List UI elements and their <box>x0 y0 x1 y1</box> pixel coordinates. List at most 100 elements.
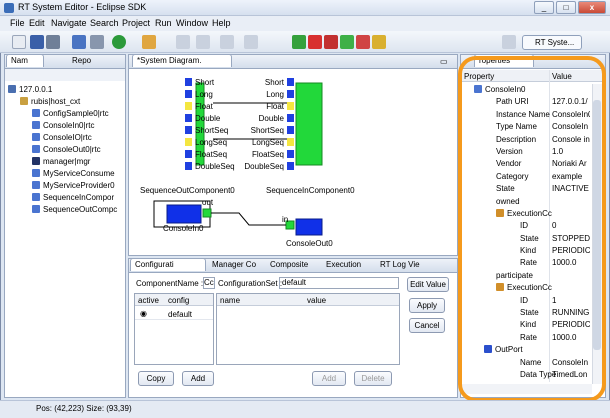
rtc-icon <box>32 145 40 153</box>
port-float[interactable]: Float <box>266 102 294 111</box>
port-double[interactable]: Double <box>185 114 220 123</box>
cancel-button[interactable]: Cancel <box>409 318 445 333</box>
port-double[interactable]: Double <box>259 114 294 123</box>
menu-search[interactable]: Search <box>90 18 119 28</box>
tree-item-label: ConfigSample0|rtc <box>43 109 109 118</box>
forward-icon[interactable] <box>244 35 258 49</box>
menu-project[interactable]: Project <box>122 18 150 28</box>
port-label: FloatSeq <box>195 150 228 159</box>
port-longseq[interactable]: LongSeq <box>185 138 227 147</box>
port-label: Float <box>195 102 213 111</box>
menu-edit[interactable]: Edit <box>29 18 45 28</box>
port-floatseq[interactable]: FloatSeq <box>185 150 228 159</box>
port-marker-icon <box>185 90 192 98</box>
col-active: active <box>138 296 159 305</box>
debug-icon[interactable] <box>72 35 86 49</box>
menu-file[interactable]: File <box>10 18 25 28</box>
port-short[interactable]: Short <box>265 78 294 87</box>
menu-navigate[interactable]: Navigate <box>51 18 87 28</box>
config-name-cell[interactable]: default <box>168 310 192 319</box>
tree-item[interactable]: ConsoleIO|rtc <box>8 132 126 144</box>
port-shortseq[interactable]: ShortSeq <box>185 126 228 135</box>
seq-in-body[interactable] <box>295 82 323 166</box>
port-label: DoubleSeq <box>244 162 284 171</box>
print-icon[interactable] <box>46 35 60 49</box>
tree-item[interactable]: manager|mgr <box>8 156 126 168</box>
tree-item[interactable]: MyServiceProvider0 <box>8 180 126 192</box>
tab-manager-control[interactable]: Manager Co <box>208 259 264 272</box>
close-button[interactable]: x <box>578 1 606 14</box>
tree-item[interactable]: SequenceInCompor <box>8 192 126 204</box>
open-perspective-icon[interactable] <box>502 35 516 49</box>
nav-icon[interactable] <box>176 35 190 49</box>
run-icon[interactable] <box>112 35 126 49</box>
edit-value-button[interactable]: Edit Value <box>407 277 449 292</box>
tree-item[interactable]: ConsoleOut0|rtc <box>8 144 126 156</box>
port-doubleseq[interactable]: DoubleSeq <box>244 162 294 171</box>
tab-name-service[interactable]: Nam <box>6 54 44 67</box>
minimize-button[interactable]: _ <box>534 1 554 14</box>
tree-item[interactable]: SequenceOutCompc <box>8 204 126 216</box>
save-icon[interactable] <box>30 35 44 49</box>
menu-help[interactable]: Help <box>212 18 231 28</box>
tree-item[interactable]: 127.0.0.1 <box>8 84 126 96</box>
active-radio-icon[interactable]: ◉ <box>140 309 147 318</box>
tab-system-diagram[interactable]: *System Diagram. <box>132 54 232 67</box>
menu-run[interactable]: Run <box>155 18 172 28</box>
port-marker-icon <box>287 114 294 122</box>
console-out-name: ConsoleOut0 <box>286 239 333 248</box>
start-icon[interactable] <box>292 35 306 49</box>
tab-rt-log[interactable]: RT Log Vie <box>376 259 436 272</box>
tree-item[interactable]: ConsoleIn0|rtc <box>8 120 126 132</box>
delete-param-button[interactable]: Delete <box>354 371 392 386</box>
port-label: Long <box>266 90 284 99</box>
connector-console[interactable] <box>211 212 286 226</box>
tree-item[interactable]: rubis|host_cxt <box>8 96 126 108</box>
tool-icon[interactable] <box>90 35 104 49</box>
tab-composite[interactable]: Composite <box>266 259 320 272</box>
rtc-icon <box>32 109 40 117</box>
stop-icon[interactable] <box>308 35 322 49</box>
tree-item[interactable]: MyServiceConsume <box>8 168 126 180</box>
new-icon[interactable] <box>12 35 26 49</box>
component-name-field[interactable]: Cc <box>203 277 215 289</box>
manager-icon <box>32 157 40 165</box>
reset-icon[interactable] <box>372 35 386 49</box>
tab-repository[interactable]: Repo <box>68 55 102 68</box>
nav2-icon[interactable] <box>196 35 210 49</box>
port-float[interactable]: Float <box>185 102 213 111</box>
port-short[interactable]: Short <box>185 78 214 87</box>
copy-button[interactable]: Copy <box>138 371 174 386</box>
port-shortseq[interactable]: ShortSeq <box>251 126 294 135</box>
tree-item[interactable]: ConfigSample0|rtc <box>8 108 126 120</box>
console-out-body[interactable] <box>295 218 323 236</box>
port-long[interactable]: Long <box>185 90 213 99</box>
add-config-set-button[interactable]: Add <box>182 371 214 386</box>
back-icon[interactable] <box>220 35 234 49</box>
port-floatseq[interactable]: FloatSeq <box>252 150 294 159</box>
port-longseq[interactable]: LongSeq <box>252 138 294 147</box>
deactivate-icon[interactable] <box>356 35 370 49</box>
port-long[interactable]: Long <box>266 90 294 99</box>
tree-item-label: SequenceInCompor <box>43 193 115 202</box>
console-in-out-port[interactable] <box>202 208 212 218</box>
port-marker-icon <box>185 138 192 146</box>
perspective-button[interactable]: RT Syste... <box>522 35 582 50</box>
activate-icon[interactable] <box>340 35 354 49</box>
col-config: config <box>168 296 190 305</box>
pencil-icon[interactable] <box>142 35 156 49</box>
port-doubleseq[interactable]: DoubleSeq <box>185 162 235 171</box>
tab-execution[interactable]: Execution <box>322 259 372 272</box>
console-in-body[interactable] <box>166 204 202 224</box>
menu-window[interactable]: Window <box>176 18 208 28</box>
add-param-button[interactable]: Add <box>312 371 346 386</box>
diagram-window-icon[interactable]: ▭ <box>440 57 448 66</box>
tab-configuration[interactable]: Configurati <box>130 258 206 271</box>
tree-item-label: SequenceOutCompc <box>43 205 118 214</box>
rtc-icon <box>32 133 40 141</box>
maximize-button[interactable]: □ <box>556 1 576 14</box>
port-label: FloatSeq <box>251 150 284 159</box>
exit-icon[interactable] <box>324 35 338 49</box>
config-set-field[interactable]: default <box>279 277 399 289</box>
apply-button[interactable]: Apply <box>409 298 445 313</box>
